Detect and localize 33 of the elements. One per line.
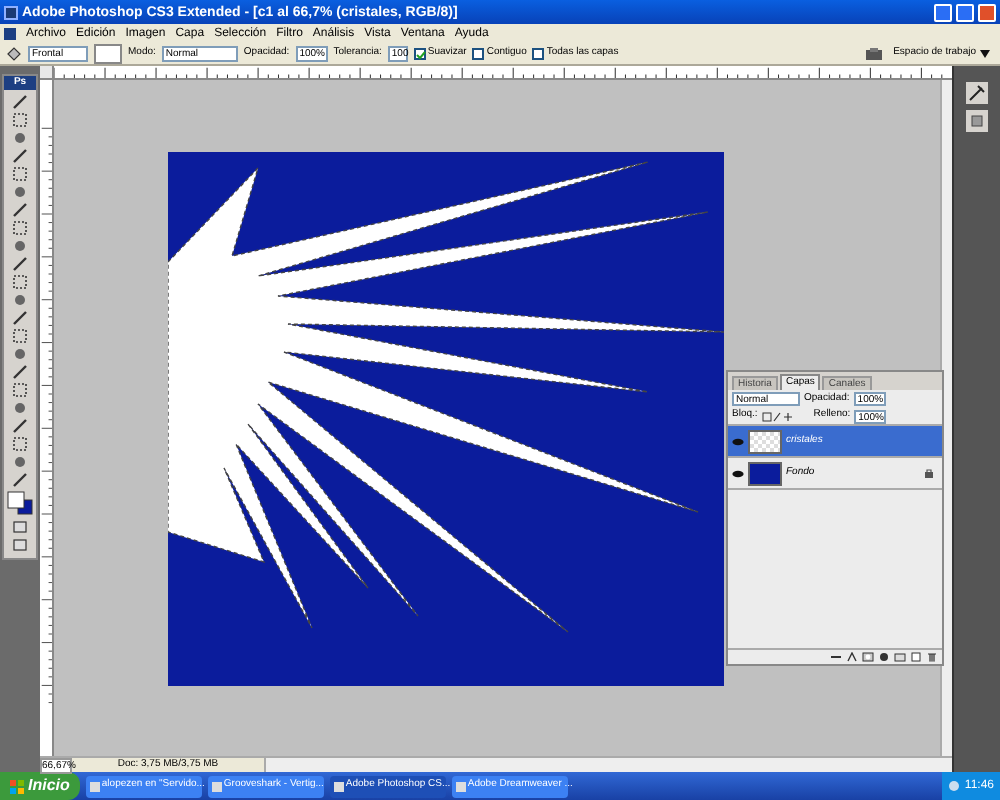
checkbox[interactable] — [532, 47, 545, 59]
app-icon — [4, 5, 18, 19]
ps-icon — [4, 27, 16, 39]
minimize-button[interactable] — [934, 3, 952, 21]
adjustment-layer-icon[interactable] — [878, 652, 890, 662]
new-layer-icon[interactable] — [910, 652, 922, 662]
eye-icon[interactable] — [730, 466, 744, 480]
screen-mode-icon[interactable] — [12, 536, 28, 552]
close-button[interactable] — [978, 3, 996, 21]
app-icon — [455, 781, 466, 791]
trash-icon[interactable] — [926, 652, 938, 662]
horizontal-scrollbar[interactable] — [264, 758, 952, 772]
caret-icon — [980, 49, 990, 57]
checkbox[interactable] — [413, 47, 426, 59]
app-icon — [333, 781, 344, 791]
lock-options-icon[interactable] — [761, 411, 798, 421]
brushes-icon[interactable] — [966, 82, 988, 104]
pattern-swatch[interactable] — [94, 43, 122, 63]
app-icon — [89, 781, 100, 791]
transparent-thumbnail — [748, 429, 782, 453]
layer-thumbnail — [748, 461, 782, 485]
quick-mask-icon[interactable] — [12, 518, 28, 534]
start-button[interactable]: Inicio — [0, 772, 80, 800]
checkbox[interactable] — [472, 47, 485, 59]
color-swatches-icon[interactable] — [6, 490, 34, 516]
group-folder-icon[interactable] — [894, 652, 906, 662]
network-icon — [948, 780, 961, 792]
app-icon — [211, 781, 222, 791]
palette-well-icon[interactable] — [863, 45, 884, 61]
layer-mask-icon[interactable] — [862, 652, 874, 662]
ruler-origin[interactable] — [40, 66, 54, 80]
windows-logo-icon — [10, 779, 24, 793]
maximize-button[interactable] — [956, 3, 974, 21]
